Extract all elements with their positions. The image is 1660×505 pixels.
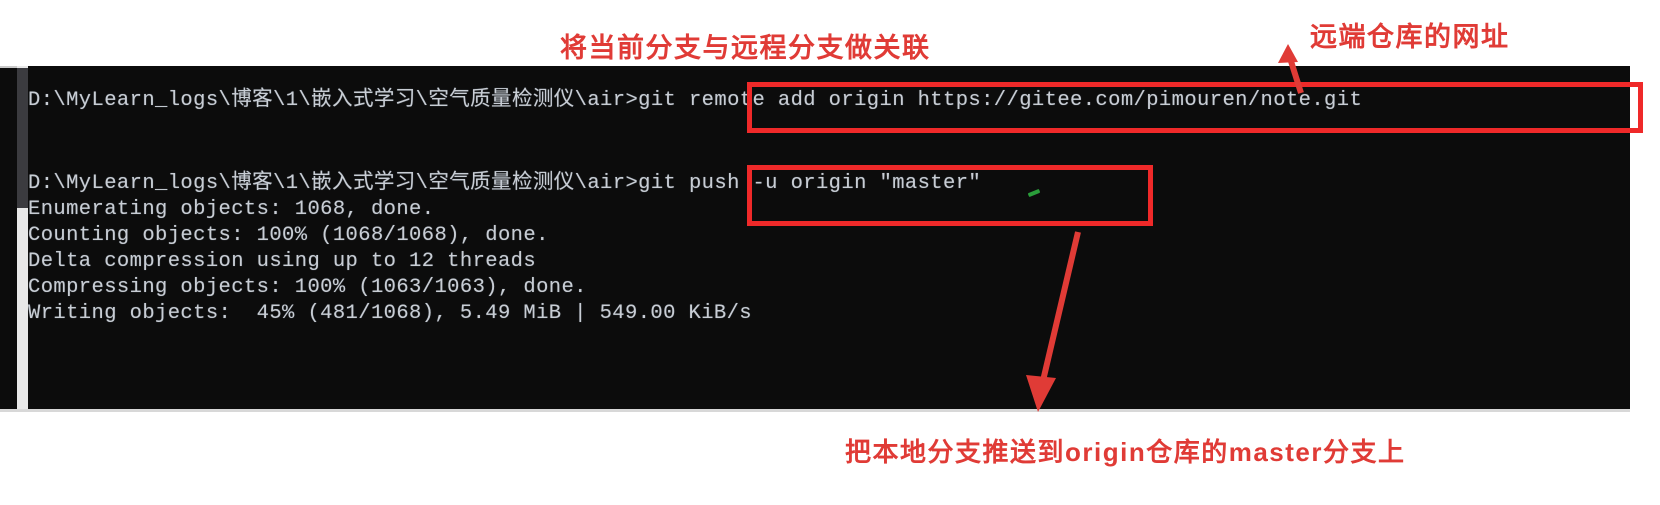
highlight-box-push-command — [747, 165, 1153, 226]
terminal-line: Counting objects: 100% (1068/1068), done… — [28, 224, 549, 247]
terminal-bottom-border — [0, 409, 1630, 412]
terminal-line: Compressing objects: 100% (1063/1063), d… — [28, 276, 587, 299]
annotation-push-label: 把本地分支推送到origin仓库的master分支上 — [845, 437, 1406, 467]
annotation-remote-add-label: 将当前分支与远程分支做关联 — [560, 33, 931, 63]
terminal-line: Enumerating objects: 1068, done. — [28, 198, 435, 221]
terminal-scrollbar-thumb[interactable] — [17, 68, 28, 208]
terminal-line: Delta compression using up to 12 threads — [28, 250, 537, 273]
highlight-box-remote-add-command — [747, 82, 1643, 133]
screenshot-root: D:\MyLearn_logs\博客\1\嵌入式学习\空气质量检测仪\air>g… — [0, 0, 1660, 505]
annotation-repo-url-label: 远端仓库的网址 — [1310, 22, 1510, 52]
terminal-line: Writing objects: 45% (481/1068), 5.49 Mi… — [28, 302, 753, 325]
